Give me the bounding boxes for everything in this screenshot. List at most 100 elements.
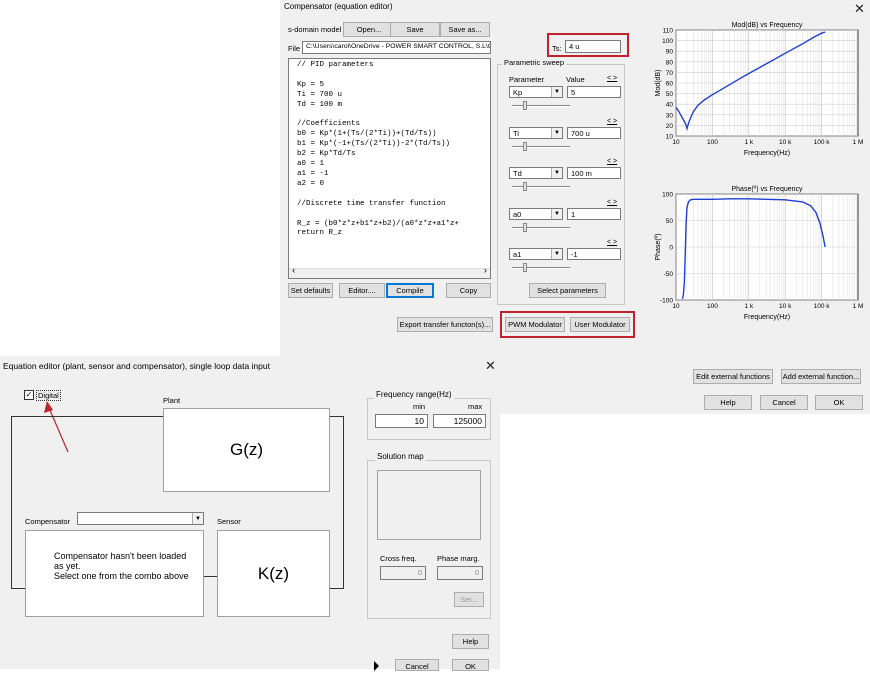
save-as-button[interactable]: Save as... (440, 22, 490, 37)
parameter-combo[interactable]: a1 ▼ (509, 248, 563, 260)
y-tick-label: 70 (666, 70, 674, 77)
chevron-down-icon[interactable]: ▼ (551, 168, 562, 178)
code-line: b2 = Kp*Td/Ts (297, 150, 356, 159)
plant-box[interactable]: G(z) (163, 408, 330, 492)
close-icon[interactable]: ✕ (854, 2, 865, 15)
chevron-down-icon[interactable]: ▼ (551, 208, 562, 219)
parameter-value-field[interactable]: 100 m (567, 167, 621, 179)
loop-line-bottom-mid (203, 576, 217, 577)
y-tick-label: 110 (663, 28, 674, 35)
y-tick-label: -50 (664, 271, 674, 278)
sweep-link-button[interactable]: < > (607, 158, 617, 165)
compile-button[interactable]: Compile (386, 283, 434, 298)
code-line: Kp = 5 (297, 80, 325, 89)
checkmark-icon: ✓ (25, 390, 33, 399)
parameter-value-field[interactable]: -1 (567, 248, 621, 260)
y-axis-label: Phase(º) (655, 233, 662, 260)
open-button[interactable]: Open... (343, 22, 395, 37)
y-tick-label: 40 (666, 102, 674, 109)
slider-track (512, 226, 570, 229)
parameter-combo[interactable]: a0 ▼ (509, 207, 563, 220)
sensor-box[interactable]: K(z) (217, 530, 330, 617)
parameter-slider[interactable] (512, 222, 570, 233)
close-icon[interactable]: ✕ (485, 359, 496, 372)
phase-margin-label: Phase marg. (437, 554, 480, 563)
ok-button[interactable]: OK (452, 659, 489, 671)
slider-track (512, 145, 570, 148)
parameter-value-field[interactable]: 5 (567, 86, 621, 98)
code-line: //Coefficients (297, 120, 361, 129)
parameter-value-field[interactable]: 1 (567, 207, 621, 220)
parameter-combo[interactable]: Kp ▼ (509, 86, 563, 98)
loop-line-bottom-left (11, 588, 25, 589)
scroll-right-icon[interactable]: › (483, 266, 488, 277)
compensator-combo[interactable]: ▼ (77, 512, 204, 525)
x-tick-label: 10 k (779, 139, 792, 146)
cancel-button[interactable]: Cancel (395, 659, 439, 671)
modulator-highlight-box (500, 311, 635, 338)
ok-button[interactable]: OK (815, 395, 863, 410)
loop-line-top (11, 416, 163, 417)
file-path-field[interactable]: C:\Users\carol\OneDrive - POWER SMART CO… (302, 41, 491, 54)
help-button[interactable]: Help (704, 395, 752, 410)
loop-line-bottom-right (329, 588, 343, 589)
plant-expression: G(z) (229, 440, 264, 459)
parameter-slider[interactable] (512, 263, 570, 273)
slider-thumb[interactable] (522, 101, 527, 110)
export-transfer-functions-button[interactable]: Export transfer functon(s)... (397, 317, 493, 332)
min-frequency-field[interactable]: 10 (375, 414, 428, 428)
parameter-slider[interactable] (512, 182, 570, 192)
parametric-sweep-title: Parametric sweep (502, 58, 567, 67)
horizontal-scrollbar[interactable]: ‹ › (289, 266, 490, 278)
parameter-combo[interactable]: Td ▼ (509, 167, 563, 179)
sweep-link-button[interactable]: < > (607, 118, 617, 125)
y-tick-label: 20 (666, 123, 674, 130)
code-editor[interactable]: // PID parameters Kp = 5 Ti = 700 u Td = 1… (288, 58, 491, 279)
code-line: b0 = Kp*(1+(Ts/(2*Ti))+(Td/Ts)) (297, 130, 437, 139)
code-line: // PID parameters (297, 61, 374, 69)
edit-external-functions-button[interactable]: Edit external functions (693, 369, 773, 384)
sweep-link-button[interactable]: < > (607, 75, 617, 82)
set-defaults-button[interactable]: Set defaults (288, 283, 333, 298)
red-arrow-annotation (44, 401, 69, 453)
add-external-function-button[interactable]: Add external function... (781, 369, 861, 384)
slider-thumb[interactable] (522, 141, 527, 151)
chevron-down-icon[interactable]: ▼ (551, 127, 562, 138)
set-button[interactable]: Set... (454, 592, 484, 607)
equation-editor-window: Equation editor (plant, sensor and compe… (0, 356, 500, 671)
x-tick-label: 1 M (853, 139, 864, 146)
sweep-link-button[interactable]: < > (607, 199, 617, 206)
save-button[interactable]: Save (390, 22, 440, 37)
parameter-value-field[interactable]: 700 u (567, 126, 621, 139)
file-label: File (288, 44, 301, 53)
slider-thumb[interactable] (522, 182, 527, 191)
x-axis-label: Frequency(Hz) (744, 314, 790, 321)
compensator-box[interactable]: Compensator hasn't been loaded as yet. S… (25, 530, 204, 617)
cursor-icon (374, 661, 379, 671)
plant-label: Plant (163, 396, 181, 405)
select-parameters-button[interactable]: Select parameters (529, 283, 606, 298)
help-button[interactable]: Help (452, 634, 489, 649)
cancel-button[interactable]: Cancel (760, 395, 808, 410)
x-tick-label: 10 (672, 303, 680, 310)
equation-editor-title: Equation editor (plant, sensor and compe… (3, 361, 270, 371)
compensator-window-title: Compensator (equation editor) (284, 2, 393, 11)
chevron-down-icon[interactable]: ▼ (551, 87, 562, 97)
y-tick-label: 50 (666, 91, 674, 98)
editor-button[interactable]: Editor.... (339, 283, 385, 298)
copy-button[interactable]: Copy (446, 283, 491, 298)
parameter-combo[interactable]: Ti ▼ (509, 126, 563, 139)
parameter-slider[interactable] (512, 141, 570, 152)
max-frequency-field[interactable]: 125000 (433, 414, 486, 428)
scroll-left-icon[interactable]: ‹ (291, 266, 296, 277)
slider-thumb[interactable] (522, 222, 527, 232)
chevron-down-icon[interactable]: ▼ (192, 513, 203, 524)
ts-highlight-box (547, 33, 629, 57)
chevron-down-icon[interactable]: ▼ (551, 249, 562, 259)
slider-thumb[interactable] (522, 263, 527, 272)
parameter-slider[interactable] (512, 101, 570, 111)
sweep-link-button[interactable]: < > (607, 239, 617, 246)
digital-checkbox[interactable]: ✓ (24, 390, 34, 400)
